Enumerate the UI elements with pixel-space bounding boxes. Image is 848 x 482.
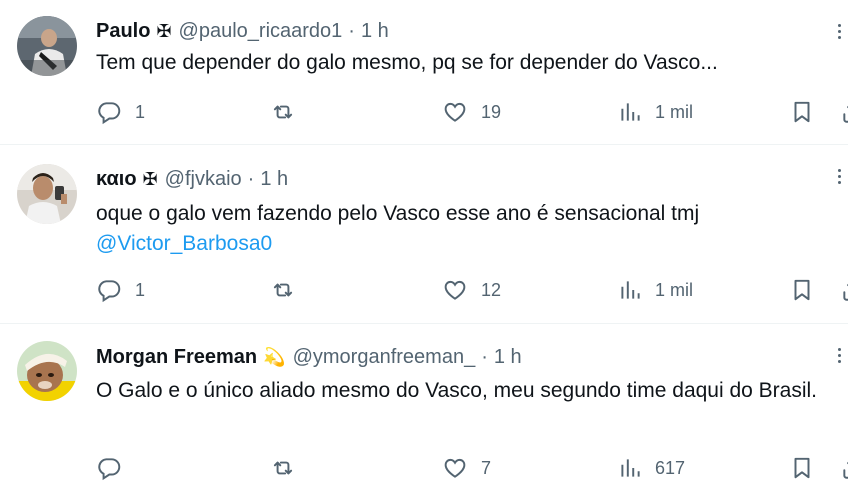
retweet-button[interactable]: [270, 100, 296, 124]
bookmark-button[interactable]: [789, 100, 815, 124]
reply-button[interactable]: 1: [96, 100, 146, 125]
views-button[interactable]: 1 mil: [616, 100, 693, 124]
separator-dot: ·: [481, 345, 488, 368]
avatar[interactable]: [17, 16, 77, 76]
reply-button[interactable]: 1: [96, 278, 146, 303]
retweet-icon: [273, 283, 293, 297]
avatar[interactable]: [17, 164, 77, 224]
display-name[interactable]: Paulo: [96, 20, 150, 43]
retweet-button[interactable]: [270, 456, 296, 480]
tweet-body: Tem que depender do galo mesmo, pq se fo…: [96, 51, 718, 74]
bookmark-button[interactable]: [789, 456, 815, 480]
separator-dot: ·: [247, 167, 255, 190]
retweet-icon: [273, 105, 293, 119]
timestamp[interactable]: 1 h: [361, 20, 389, 43]
tweet-text: oque o galo vem fazendo pelo Vasco esse …: [96, 199, 826, 259]
tweet-header: καιο ✠ @fjvkaio · 1 h: [96, 166, 288, 192]
bookmark-icon: [794, 457, 810, 479]
like-count: 12: [481, 279, 502, 300]
like-button[interactable]: 7: [442, 456, 491, 480]
views-count: 1 mil: [655, 279, 694, 300]
user-handle[interactable]: @fjvkaio: [165, 168, 242, 191]
views-icon: [621, 459, 640, 477]
reply-button[interactable]: [96, 456, 135, 481]
bookmark-icon: [794, 101, 810, 123]
separator-dot: ·: [348, 19, 355, 42]
user-handle[interactable]: @ymorganfreeman_: [293, 346, 476, 369]
share-button[interactable]: [840, 456, 848, 480]
more-icon[interactable]: [838, 169, 844, 187]
views-button[interactable]: 617: [616, 456, 685, 480]
tweet-text: Tem que depender do galo mesmo, pq se fo…: [96, 48, 826, 78]
timestamp[interactable]: 1 h: [494, 346, 522, 369]
tweet[interactable]: Paulo ✠ @paulo_ricaardo1 · 1 h Tem que d…: [0, 0, 848, 145]
action-bar: 7 617: [96, 456, 848, 481]
tweet-header: Paulo ✠ @paulo_ricaardo1 · 1 h: [96, 18, 389, 44]
cross-badge-icon: ✠: [142, 168, 158, 189]
views-icon: [621, 103, 640, 121]
views-count: 617: [655, 457, 686, 478]
heart-icon: [444, 102, 466, 122]
views-button[interactable]: 1 mil: [616, 278, 693, 302]
reply-icon: [98, 280, 121, 303]
heart-icon: [444, 280, 466, 300]
reply-icon: [98, 458, 121, 481]
share-button[interactable]: [840, 100, 848, 124]
more-icon[interactable]: [838, 348, 844, 366]
views-count: 1 mil: [655, 101, 694, 122]
reply-count: 1: [135, 279, 146, 300]
more-icon[interactable]: [838, 24, 844, 42]
like-count: 7: [481, 457, 492, 478]
like-button[interactable]: 19: [442, 100, 501, 124]
reply-icon: [98, 102, 121, 125]
retweet-button[interactable]: [270, 278, 296, 302]
tweet-body: oque o galo vem fazendo pelo Vasco esse …: [96, 202, 700, 225]
bookmark-icon: [794, 279, 810, 301]
action-bar: 1 19 1 mil: [96, 100, 848, 125]
timestamp[interactable]: 1 h: [260, 168, 288, 191]
cross-badge-icon: ✠: [156, 20, 172, 41]
action-bar: 1 12 1 mil: [96, 278, 848, 303]
share-icon: [843, 105, 848, 123]
share-icon: [843, 283, 848, 301]
views-icon: [621, 281, 640, 299]
tweet-text: O Galo e o único aliado mesmo do Vasco, …: [96, 376, 826, 406]
bookmark-button[interactable]: [789, 278, 815, 302]
display-name[interactable]: καιο: [96, 168, 137, 191]
tweet[interactable]: καιο ✠ @fjvkaio · 1 h oque o galo vem fa…: [0, 145, 848, 324]
tweet-header: Morgan Freeman 💫 @ymorganfreeman_ · 1 h: [96, 344, 522, 370]
like-count: 19: [481, 101, 502, 122]
share-button[interactable]: [840, 278, 848, 302]
tweet[interactable]: Morgan Freeman 💫 @ymorganfreeman_ · 1 h …: [0, 324, 848, 482]
display-name[interactable]: Morgan Freeman: [96, 346, 257, 369]
user-handle[interactable]: @paulo_ricaardo1: [179, 20, 343, 43]
mention-link[interactable]: @Victor_Barbosa0: [96, 229, 826, 259]
heart-icon: [444, 458, 466, 478]
like-button[interactable]: 12: [442, 278, 501, 302]
share-icon: [843, 461, 848, 479]
tweet-body: O Galo e o único aliado mesmo do Vasco, …: [96, 379, 818, 402]
avatar[interactable]: [17, 341, 77, 401]
dizzy-star-badge-icon: 💫: [263, 346, 286, 367]
reply-count: 1: [135, 101, 146, 122]
retweet-icon: [273, 461, 293, 475]
